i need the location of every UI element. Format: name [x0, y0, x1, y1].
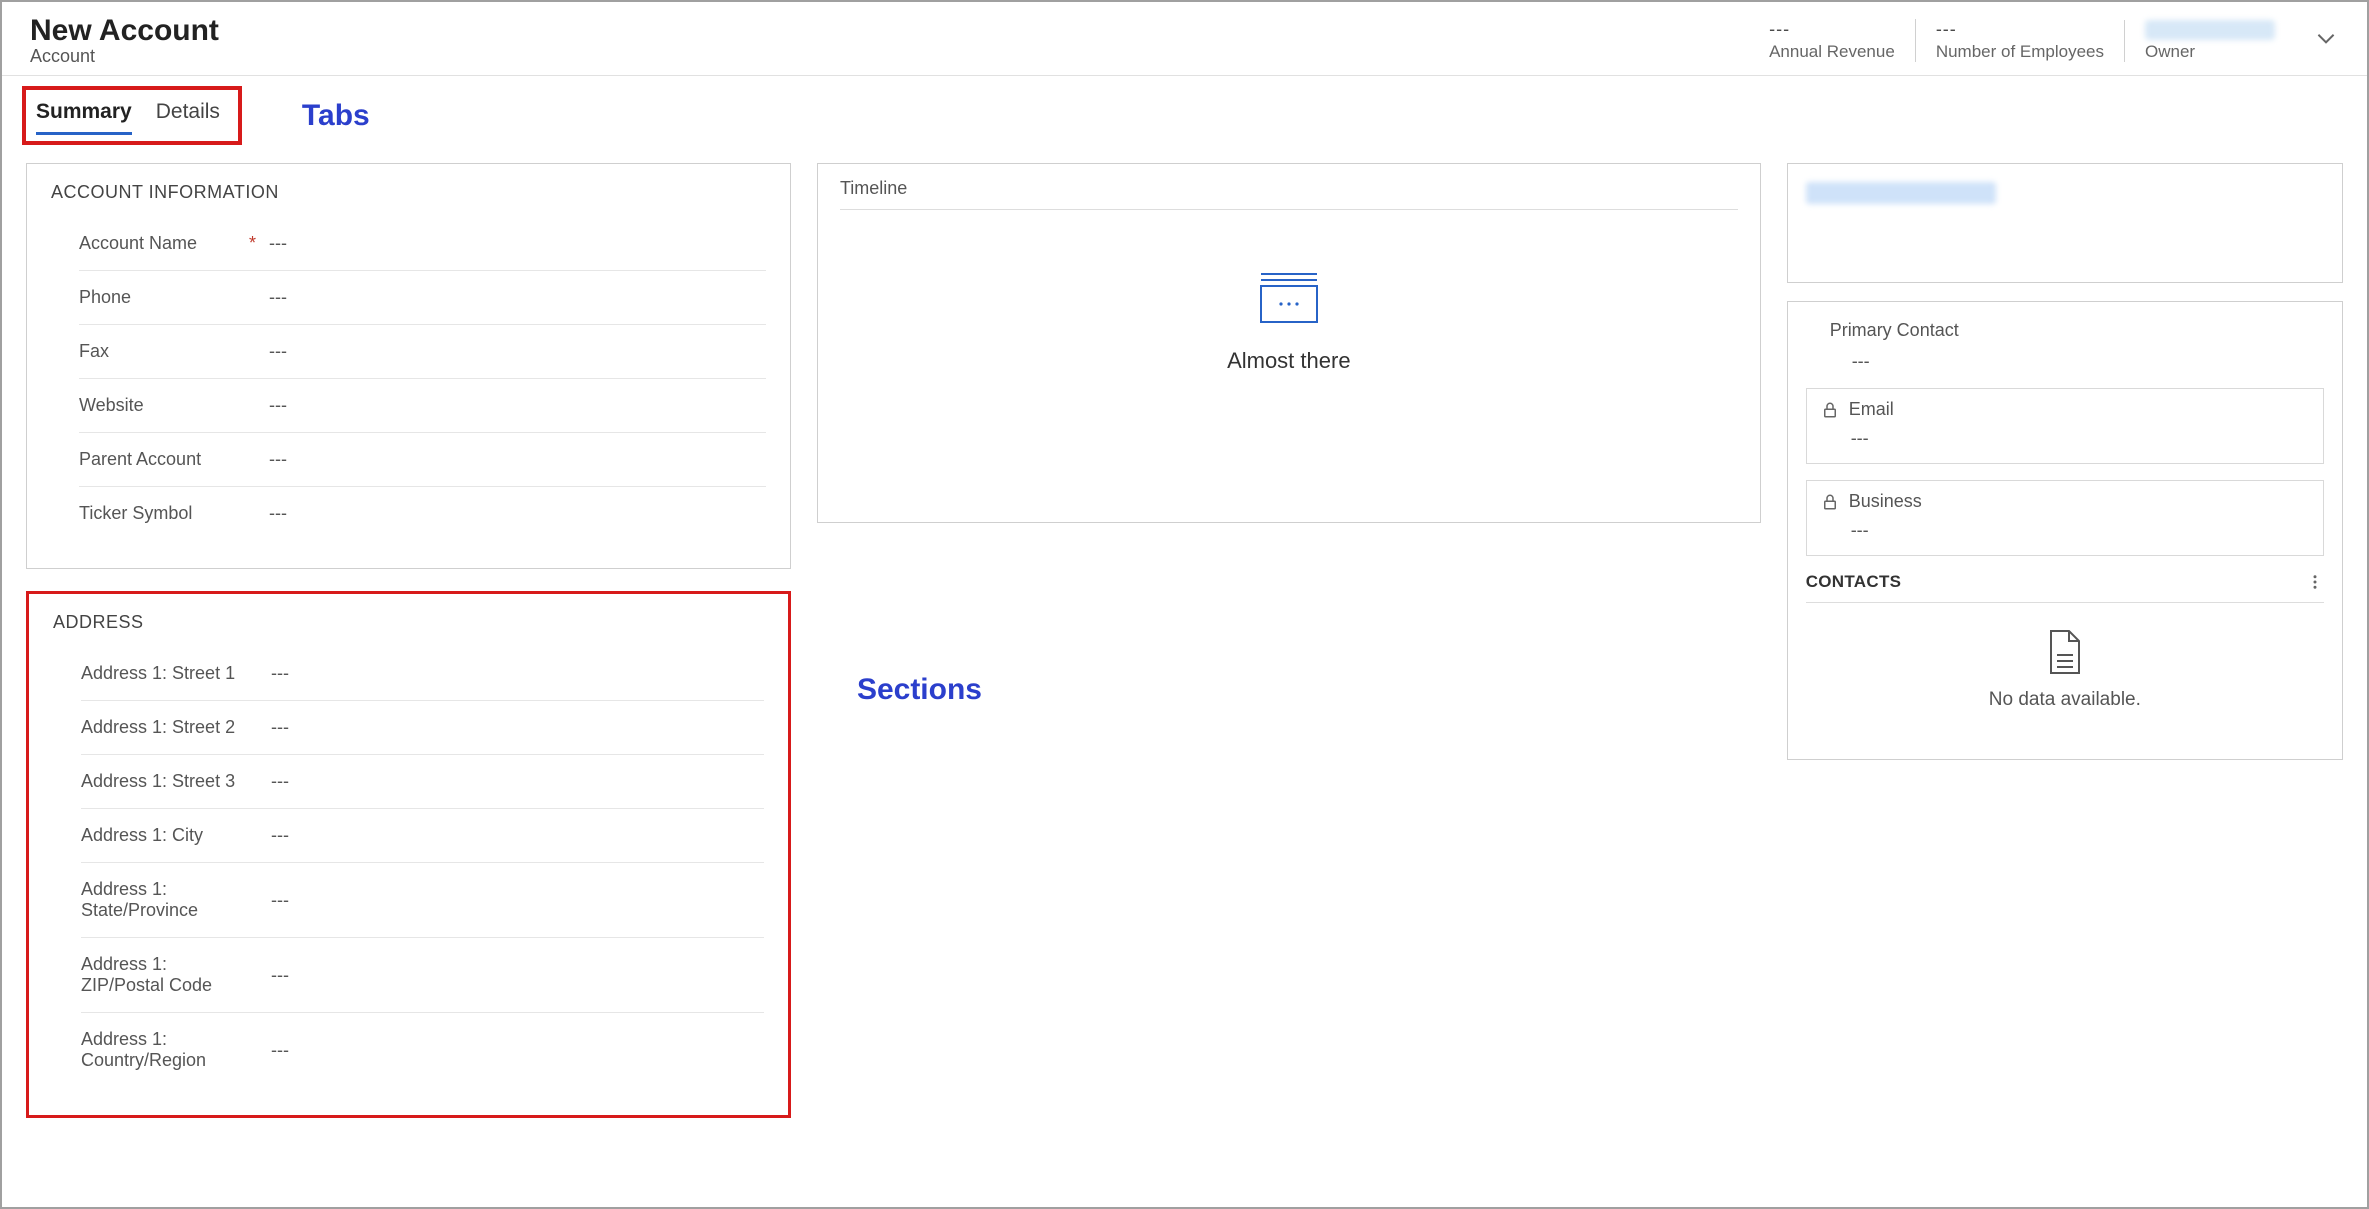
label-parent-account: Parent Account [79, 449, 249, 470]
redacted-link [1806, 182, 1996, 204]
label-primary-contact: Primary Contact [1830, 320, 2324, 341]
section-primary-contact: Primary Contact --- Email --- Business [1787, 301, 2343, 760]
label-ticker-symbol: Ticker Symbol [79, 503, 249, 524]
section-account-information: ACCOUNT INFORMATION Account Name * --- P… [26, 163, 791, 569]
field-account-name[interactable]: Account Name * --- [79, 217, 766, 271]
owner-value-redacted [2145, 20, 2275, 40]
value-phone: --- [269, 287, 287, 308]
label-fax: Fax [79, 341, 249, 362]
value-primary-contact[interactable]: --- [1852, 351, 2324, 372]
label-email: Email [1849, 399, 1894, 420]
num-employees-value: --- [1936, 19, 2104, 40]
value-parent-account: --- [269, 449, 287, 470]
field-address-zip[interactable]: Address 1: ZIP/Postal Code --- [81, 938, 764, 1013]
value-address-street3: --- [271, 771, 289, 792]
field-address-street2[interactable]: Address 1: Street 2 --- [81, 701, 764, 755]
primary-contact-email: Email --- [1806, 388, 2324, 464]
value-address-city: --- [271, 825, 289, 846]
label-address-country: Address 1: Country/Region [81, 1029, 251, 1071]
label-address-zip: Address 1: ZIP/Postal Code [81, 954, 251, 996]
entity-name: Account [30, 46, 219, 67]
timeline-title: Timeline [840, 178, 1738, 210]
label-phone: Phone [79, 287, 249, 308]
header-field-num-employees[interactable]: --- Number of Employees [1915, 19, 2124, 62]
value-address-country: --- [271, 1040, 289, 1061]
contacts-title: CONTACTS [1806, 572, 1902, 592]
label-address-street1: Address 1: Street 1 [81, 663, 251, 684]
value-ticker-symbol: --- [269, 503, 287, 524]
value-address-zip: --- [271, 965, 289, 986]
primary-contact-business: Business --- [1806, 480, 2324, 556]
page-title: New Account [30, 14, 219, 48]
value-email: --- [1851, 428, 2309, 449]
annual-revenue-value: --- [1769, 19, 1895, 40]
field-address-street1[interactable]: Address 1: Street 1 --- [81, 647, 764, 701]
owner-label: Owner [2145, 42, 2275, 62]
folder-icon [1257, 270, 1321, 326]
value-fax: --- [269, 341, 287, 362]
label-address-city: Address 1: City [81, 825, 251, 846]
label-address-street3: Address 1: Street 3 [81, 771, 251, 792]
value-business: --- [1851, 520, 2309, 541]
label-address-state: Address 1: State/Province [81, 879, 251, 921]
label-address-street2: Address 1: Street 2 [81, 717, 251, 738]
label-website: Website [79, 395, 249, 416]
section-address: ADDRESS Address 1: Street 1 --- Address … [26, 591, 791, 1118]
contacts-empty-message: No data available. [1989, 689, 2141, 711]
annotation-sections-label: Sections [857, 673, 1761, 707]
header: New Account Account --- Annual Revenue -… [2, 2, 2367, 76]
header-fields: --- Annual Revenue --- Number of Employe… [1749, 19, 2339, 62]
section-timeline: Timeline Almost there [817, 163, 1761, 523]
header-expand-button[interactable] [2295, 25, 2339, 56]
lock-icon [1821, 493, 1839, 511]
field-address-street3[interactable]: Address 1: Street 3 --- [81, 755, 764, 809]
value-address-state: --- [271, 890, 289, 911]
field-address-city[interactable]: Address 1: City --- [81, 809, 764, 863]
value-website: --- [269, 395, 287, 416]
more-vertical-icon[interactable] [2306, 573, 2324, 591]
value-address-street2: --- [271, 717, 289, 738]
value-address-street1: --- [271, 663, 289, 684]
section-title-account-information: ACCOUNT INFORMATION [51, 182, 766, 203]
tabs-highlight-box: Summary Details [22, 86, 242, 145]
contacts-empty-state: No data available. [1806, 603, 2324, 745]
field-address-state[interactable]: Address 1: State/Province --- [81, 863, 764, 938]
timeline-message: Almost there [1227, 348, 1351, 374]
field-ticker-symbol[interactable]: Ticker Symbol --- [79, 487, 766, 540]
tab-summary[interactable]: Summary [36, 100, 132, 135]
field-address-country[interactable]: Address 1: Country/Region --- [81, 1013, 764, 1087]
label-business: Business [1849, 491, 1922, 512]
contacts-header: CONTACTS [1806, 566, 2324, 603]
annual-revenue-label: Annual Revenue [1769, 42, 1895, 62]
chevron-down-icon [2313, 25, 2339, 51]
annotation-tabs-label: Tabs [302, 99, 370, 133]
header-field-owner[interactable]: Owner [2124, 20, 2295, 62]
field-phone[interactable]: Phone --- [79, 271, 766, 325]
tabs-row: Summary Details Tabs [2, 76, 2367, 151]
required-indicator: * [249, 233, 269, 254]
field-fax[interactable]: Fax --- [79, 325, 766, 379]
document-icon [2045, 629, 2085, 675]
section-title-address: ADDRESS [53, 612, 764, 633]
header-field-annual-revenue[interactable]: --- Annual Revenue [1749, 19, 1915, 62]
lock-icon [1821, 401, 1839, 419]
section-related-redacted [1787, 163, 2343, 283]
field-parent-account[interactable]: Parent Account --- [79, 433, 766, 487]
value-account-name: --- [269, 233, 287, 254]
tab-details[interactable]: Details [156, 100, 220, 135]
label-account-name: Account Name [79, 233, 249, 254]
num-employees-label: Number of Employees [1936, 42, 2104, 62]
field-website[interactable]: Website --- [79, 379, 766, 433]
